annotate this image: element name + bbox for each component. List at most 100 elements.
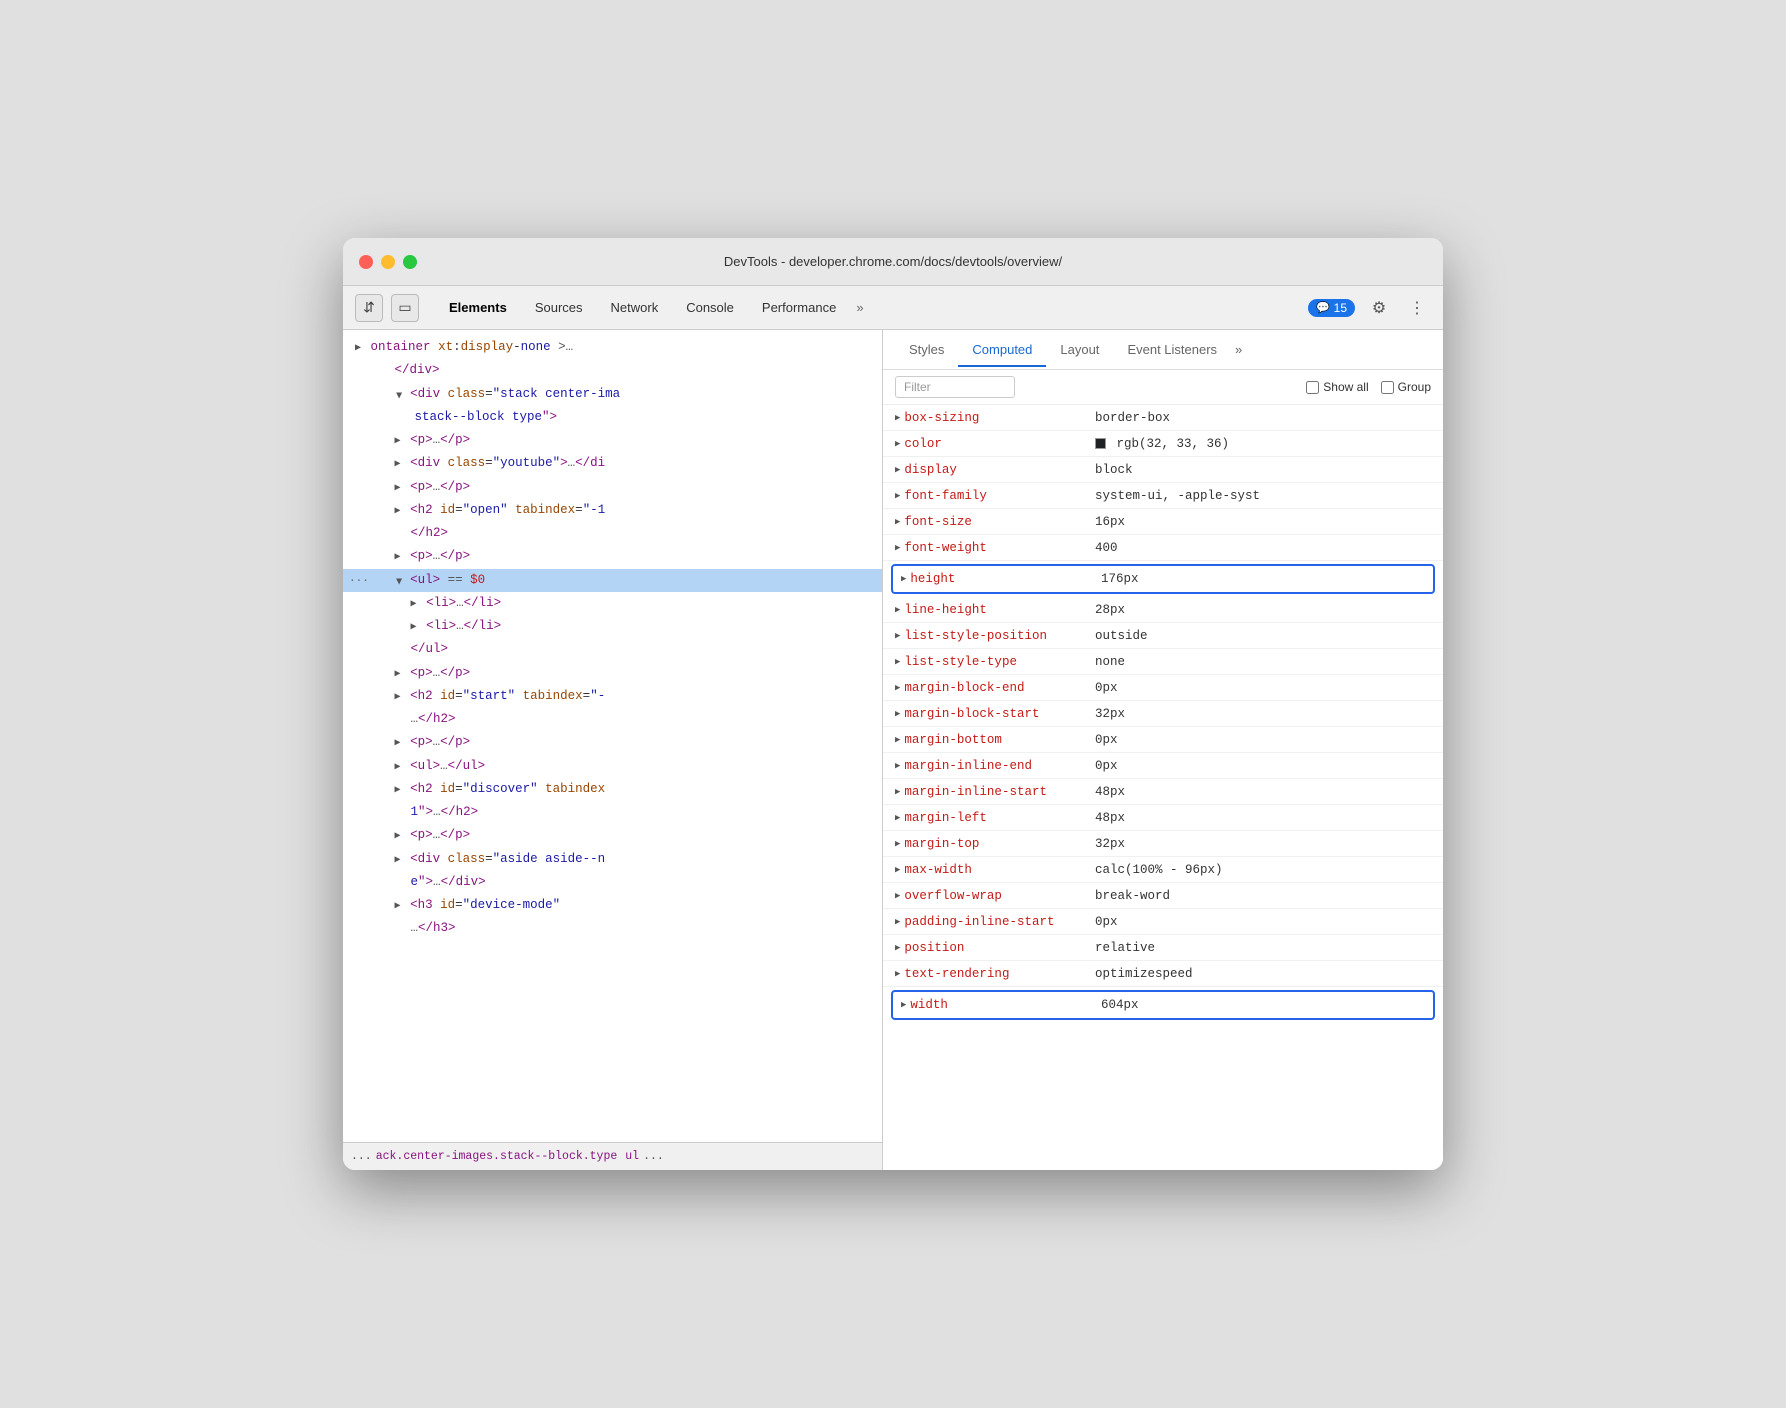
- expand-icon: ▶: [895, 917, 900, 927]
- prop-box-sizing[interactable]: ▶ box-sizing border-box: [883, 405, 1443, 431]
- tree-row[interactable]: …</h2>: [343, 708, 882, 731]
- selected-tree-row[interactable]: ... ▶ <ul> == $0: [343, 569, 882, 592]
- minimize-button[interactable]: [381, 255, 395, 269]
- tab-event-listeners[interactable]: Event Listeners: [1113, 334, 1231, 367]
- cursor-tool-button[interactable]: ⇵: [355, 294, 383, 322]
- expand-icon: ▶: [895, 605, 900, 615]
- prop-margin-left[interactable]: ▶ margin-left 48px: [883, 805, 1443, 831]
- tab-console[interactable]: Console: [672, 294, 748, 321]
- prop-text-rendering[interactable]: ▶ text-rendering optimizespeed: [883, 961, 1443, 987]
- triangle-icon: ▶: [395, 456, 401, 473]
- group-input[interactable]: [1381, 381, 1394, 394]
- dots-indicator: ...: [349, 570, 369, 589]
- prop-width[interactable]: ▶ width 604px: [893, 992, 1433, 1018]
- group-checkbox[interactable]: Group: [1381, 380, 1431, 394]
- prop-line-height[interactable]: ▶ line-height 28px: [883, 597, 1443, 623]
- tree-row[interactable]: …</h3>: [343, 917, 882, 940]
- cursor-icon: ⇵: [363, 299, 375, 316]
- breadcrumb-text: ack.center-images.stack--block.type: [376, 1150, 618, 1163]
- tab-network[interactable]: Network: [597, 294, 673, 321]
- panel-tabs-more[interactable]: »: [1235, 342, 1242, 357]
- tree-row[interactable]: ▶ <div class="stack center-ima: [343, 383, 882, 406]
- tree-row[interactable]: ▶ <h3 id="device-mode": [343, 894, 882, 917]
- prop-display[interactable]: ▶ display block: [883, 457, 1443, 483]
- tree-row[interactable]: </ul>: [343, 638, 882, 661]
- tree-row[interactable]: ▶ <p>…</p>: [343, 476, 882, 499]
- device-tool-button[interactable]: ▭: [391, 294, 419, 322]
- prop-position[interactable]: ▶ position relative: [883, 935, 1443, 961]
- tabs-more-button[interactable]: »: [850, 296, 869, 319]
- device-icon: ▭: [398, 299, 411, 316]
- prop-font-size[interactable]: ▶ font-size 16px: [883, 509, 1443, 535]
- prop-color[interactable]: ▶ color rgb(32, 33, 36): [883, 431, 1443, 457]
- panel-tabs-bar: Styles Computed Layout Event Listeners »: [883, 330, 1443, 370]
- tree-row[interactable]: ▶ <p>…</p>: [343, 662, 882, 685]
- expand-icon: ▶: [895, 891, 900, 901]
- prop-height-highlighted[interactable]: ▶ height 176px: [891, 564, 1435, 594]
- prop-margin-inline-start[interactable]: ▶ margin-inline-start 48px: [883, 779, 1443, 805]
- prop-margin-bottom[interactable]: ▶ margin-bottom 0px: [883, 727, 1443, 753]
- triangle-icon: ▶: [395, 782, 401, 799]
- triangle-icon: ▶: [395, 735, 401, 752]
- tree-row[interactable]: </div>: [343, 359, 882, 382]
- filter-input[interactable]: [895, 376, 1015, 398]
- prop-padding-inline-start[interactable]: ▶ padding-inline-start 0px: [883, 909, 1443, 935]
- titlebar: DevTools - developer.chrome.com/docs/dev…: [343, 238, 1443, 286]
- prop-margin-block-end[interactable]: ▶ margin-block-end 0px: [883, 675, 1443, 701]
- tree-row[interactable]: ▶ <ul>…</ul>: [343, 755, 882, 778]
- expand-icon: ▶: [895, 657, 900, 667]
- tree-row[interactable]: ▶ <div class="aside aside--n: [343, 848, 882, 871]
- expand-icon: ▶: [895, 709, 900, 719]
- prop-margin-inline-end[interactable]: ▶ margin-inline-end 0px: [883, 753, 1443, 779]
- prop-font-weight[interactable]: ▶ font-weight 400: [883, 535, 1443, 561]
- filter-bar: Show all Group: [883, 370, 1443, 405]
- elements-tree[interactable]: ▶ ontainer xt:display-none >… </div> ▶ <…: [343, 330, 882, 1142]
- tab-elements[interactable]: Elements: [435, 294, 521, 321]
- computed-panel: Styles Computed Layout Event Listeners »: [883, 330, 1443, 1170]
- expand-icon: ▶: [895, 787, 900, 797]
- tree-row[interactable]: ▶ <p>…</p>: [343, 731, 882, 754]
- tree-row[interactable]: ▶ <h2 id="discover" tabindex: [343, 778, 882, 801]
- prop-width-highlighted[interactable]: ▶ width 604px: [891, 990, 1435, 1020]
- prop-max-width[interactable]: ▶ max-width calc(100% - 96px): [883, 857, 1443, 883]
- tree-row[interactable]: ▶ <p>…</p>: [343, 429, 882, 452]
- expand-icon: ▶: [895, 735, 900, 745]
- tree-row[interactable]: </h2>: [343, 522, 882, 545]
- more-options-button[interactable]: ⋮: [1403, 294, 1431, 322]
- tree-row[interactable]: ▶ <p>…</p>: [343, 545, 882, 568]
- prop-list-style-position[interactable]: ▶ list-style-position outside: [883, 623, 1443, 649]
- tree-row[interactable]: ▶ <h2 id="start" tabindex="-: [343, 685, 882, 708]
- expand-icon: ▶: [895, 839, 900, 849]
- notifications-badge[interactable]: 💬 15: [1308, 299, 1355, 317]
- tree-row[interactable]: stack--block type">: [343, 406, 882, 429]
- tree-row[interactable]: ▶ <li>…</li>: [343, 615, 882, 638]
- close-button[interactable]: [359, 255, 373, 269]
- triangle-icon: ▶: [395, 852, 401, 869]
- tree-row[interactable]: e">…</div>: [343, 871, 882, 894]
- show-all-input[interactable]: [1306, 381, 1319, 394]
- tab-performance[interactable]: Performance: [748, 294, 850, 321]
- prop-margin-top[interactable]: ▶ margin-top 32px: [883, 831, 1443, 857]
- prop-list-style-type[interactable]: ▶ list-style-type none: [883, 649, 1443, 675]
- tree-row[interactable]: ▶ ontainer xt:display-none >…: [343, 336, 882, 359]
- expand-icon: ▶: [895, 543, 900, 553]
- tree-row[interactable]: 1">…</h2>: [343, 801, 882, 824]
- tree-row[interactable]: ▶ <h2 id="open" tabindex="-1: [343, 499, 882, 522]
- tree-row[interactable]: ▶ <div class="youtube">…</di: [343, 452, 882, 475]
- show-all-checkbox[interactable]: Show all: [1306, 380, 1368, 394]
- tab-styles[interactable]: Styles: [895, 334, 958, 367]
- prop-margin-block-start[interactable]: ▶ margin-block-start 32px: [883, 701, 1443, 727]
- tree-row[interactable]: ▶ <li>…</li>: [343, 592, 882, 615]
- triangle-icon: ▶: [395, 433, 401, 450]
- tab-computed[interactable]: Computed: [958, 334, 1046, 367]
- tree-row[interactable]: ▶ <p>…</p>: [343, 824, 882, 847]
- tab-sources[interactable]: Sources: [521, 294, 597, 321]
- prop-font-family[interactable]: ▶ font-family system-ui, -apple-syst: [883, 483, 1443, 509]
- prop-overflow-wrap[interactable]: ▶ overflow-wrap break-word: [883, 883, 1443, 909]
- settings-button[interactable]: ⚙: [1365, 294, 1393, 322]
- tab-layout[interactable]: Layout: [1046, 334, 1113, 367]
- prop-height[interactable]: ▶ height 176px: [893, 566, 1433, 592]
- maximize-button[interactable]: [403, 255, 417, 269]
- triangle-icon: ▶: [389, 392, 406, 398]
- status-bar: ... ack.center-images.stack--block.type …: [343, 1142, 882, 1170]
